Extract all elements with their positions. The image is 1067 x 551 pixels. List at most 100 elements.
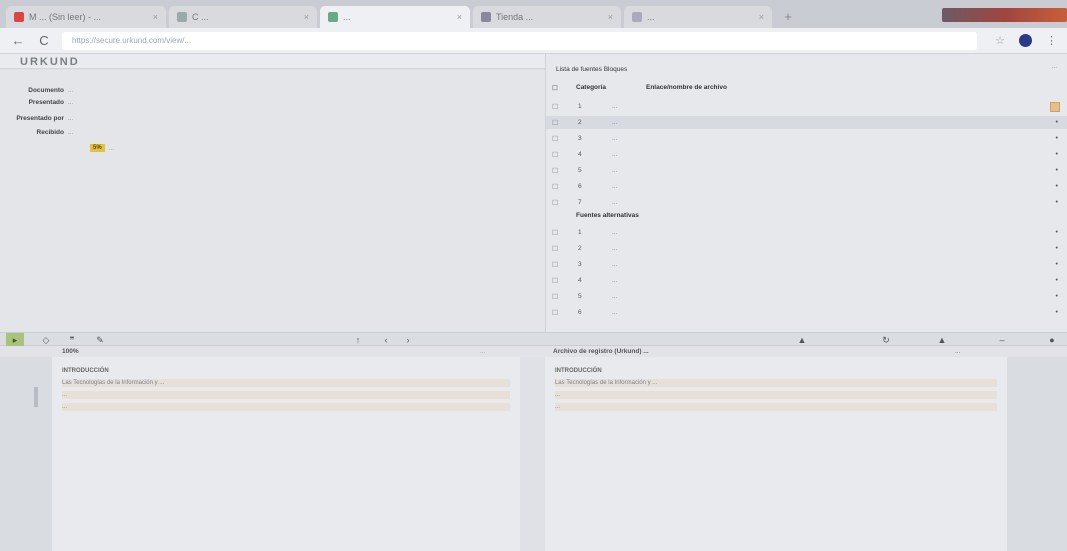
tab-label: M ... (Sin leer) - ... (29, 12, 102, 22)
back-icon[interactable]: ← (10, 33, 26, 49)
source-link[interactable]: ... (612, 103, 1030, 110)
window-controls[interactable] (942, 8, 1067, 22)
sources-tabs[interactable]: Lista de fuentes Bloques (556, 66, 627, 73)
browser-tab[interactable]: M ... (Sin leer) - ... × (6, 6, 166, 28)
source-checkbox[interactable]: ☐ (552, 135, 562, 143)
source-row[interactable]: ☐ 5... • (546, 290, 1067, 303)
tab-close-icon[interactable]: × (153, 12, 158, 22)
browser-tab[interactable]: Tienda ... × (473, 6, 621, 28)
warning-icon[interactable]: ▲ (796, 333, 808, 347)
source-link[interactable]: ... (612, 293, 1048, 300)
sources-header-links[interactable]: ... (1052, 64, 1057, 70)
source-checkbox[interactable]: ☐ (552, 245, 562, 253)
source-flag-icon[interactable]: • (1048, 229, 1067, 236)
source-checkbox[interactable]: ☐ (552, 277, 562, 285)
source-flag-icon[interactable]: • (1048, 183, 1067, 190)
submitted-document-pane[interactable]: INTRODUCCIÓN Las Tecnologías de la Inform… (52, 357, 520, 551)
tab-close-icon[interactable]: × (608, 12, 613, 22)
source-row[interactable]: ☐ 4... • (546, 148, 1067, 161)
new-tab-button[interactable]: + (779, 9, 797, 25)
flag-icon[interactable] (1050, 101, 1060, 112)
source-checkbox[interactable]: ☐ (552, 119, 562, 127)
extension-icon[interactable] (1019, 34, 1032, 47)
up-arrow-icon[interactable]: ↑ (352, 333, 364, 347)
source-row[interactable]: ☐ 6... • (546, 306, 1067, 319)
source-checkbox[interactable]: ☐ (552, 183, 562, 191)
tab-close-icon[interactable]: × (457, 12, 462, 22)
source-link[interactable]: ... (612, 309, 1048, 316)
source-flag-icon[interactable]: • (1048, 277, 1067, 284)
source-flag-icon[interactable]: • (1048, 245, 1067, 252)
reload-icon[interactable]: C (36, 33, 52, 49)
info-label: Recibido (36, 128, 64, 136)
source-flag-icon[interactable]: • (1048, 199, 1067, 206)
help-icon[interactable]: ● (1046, 333, 1058, 347)
source-link[interactable]: ... (612, 183, 1048, 190)
source-row[interactable]: ☐ 2... • (546, 116, 1067, 129)
browser-menu-icon[interactable]: ⋮ (1046, 34, 1057, 47)
match-percentage-badge: 5% (90, 144, 105, 152)
bookmark-star-icon[interactable]: ☆ (995, 34, 1005, 47)
source-row[interactable]: ☐ 4... • (546, 274, 1067, 287)
browser-tab[interactable]: ... × (320, 6, 470, 28)
source-rank: 3 (578, 135, 582, 142)
source-link[interactable]: ... (612, 261, 1048, 268)
source-link[interactable]: ... (612, 151, 1048, 158)
url-input[interactable]: https://secure.urkund.com/view/... (62, 31, 978, 50)
source-link[interactable]: ... (612, 119, 1048, 126)
source-flag-icon[interactable]: • (1048, 135, 1067, 142)
source-row[interactable]: ☐ 6... • (546, 180, 1067, 193)
source-link[interactable]: ... (612, 229, 1048, 236)
scroll-marker[interactable] (34, 387, 38, 407)
source-flag-icon[interactable]: • (1048, 167, 1067, 174)
source-row[interactable]: ☐ 5... • (546, 164, 1067, 177)
reset-icon[interactable]: ↻ (880, 333, 892, 347)
source-flag-icon[interactable]: • (1048, 293, 1067, 300)
column-header-link[interactable]: Enlace/nombre de archivo (646, 84, 727, 91)
select-all-checkbox[interactable]: ☐ (552, 84, 558, 92)
collapse-icon[interactable]: – (996, 333, 1008, 347)
source-link[interactable]: ... (612, 135, 1048, 142)
tab-close-icon[interactable]: × (304, 12, 309, 22)
source-rank: 1 (578, 103, 582, 110)
source-rank: 2 (578, 119, 582, 126)
source-checkbox[interactable]: ☐ (552, 261, 562, 269)
source-row[interactable]: ☐ 7... • (546, 196, 1067, 209)
previous-button[interactable]: ‹ (380, 333, 392, 347)
source-flag-icon[interactable]: • (1048, 309, 1067, 316)
tab-label: ... (647, 12, 655, 22)
source-checkbox[interactable]: ☐ (552, 199, 562, 207)
source-row[interactable]: ☐ 1... • (546, 226, 1067, 239)
quote-icon[interactable]: ❞ (66, 333, 78, 347)
right-gutter (1007, 357, 1067, 551)
source-row[interactable]: ☐ 2... • (546, 242, 1067, 255)
source-row[interactable]: ☐ 1... (546, 100, 1067, 113)
source-checkbox[interactable]: ☐ (552, 309, 562, 317)
column-header-category[interactable]: Categoría (576, 84, 606, 91)
tab-close-icon[interactable]: × (759, 12, 764, 22)
source-checkbox[interactable]: ☐ (552, 103, 562, 111)
source-checkbox[interactable]: ☐ (552, 293, 562, 301)
source-checkbox[interactable]: ☐ (552, 229, 562, 237)
pin-icon[interactable]: ◇ (40, 333, 52, 347)
source-checkbox[interactable]: ☐ (552, 167, 562, 175)
browser-tab[interactable]: C ... × (169, 6, 317, 28)
source-link[interactable]: ... (612, 277, 1048, 284)
info-value[interactable]: ... (68, 87, 73, 94)
source-flag-icon[interactable]: • (1048, 151, 1067, 158)
warning-icon-right[interactable]: ▲ (936, 333, 948, 347)
source-flag-icon[interactable]: • (1048, 119, 1067, 126)
source-row[interactable]: ☐ 3... • (546, 258, 1067, 271)
browser-tab[interactable]: ... × (624, 6, 772, 28)
info-row-presentado-por: Presentado por ... (0, 112, 545, 124)
source-document-pane[interactable]: INTRODUCCIÓN Las Tecnologías de la Inform… (545, 357, 1007, 551)
source-checkbox[interactable]: ☐ (552, 151, 562, 159)
source-link[interactable]: ... (612, 199, 1048, 206)
source-link[interactable]: ... (612, 245, 1048, 252)
next-button[interactable]: › (402, 333, 414, 347)
source-link[interactable]: ... (612, 167, 1048, 174)
tag-icon[interactable]: ✎ (94, 333, 106, 347)
source-row[interactable]: ☐ 3... • (546, 132, 1067, 145)
expand-button[interactable]: ▸ (6, 333, 24, 347)
source-flag-icon[interactable]: • (1048, 261, 1067, 268)
